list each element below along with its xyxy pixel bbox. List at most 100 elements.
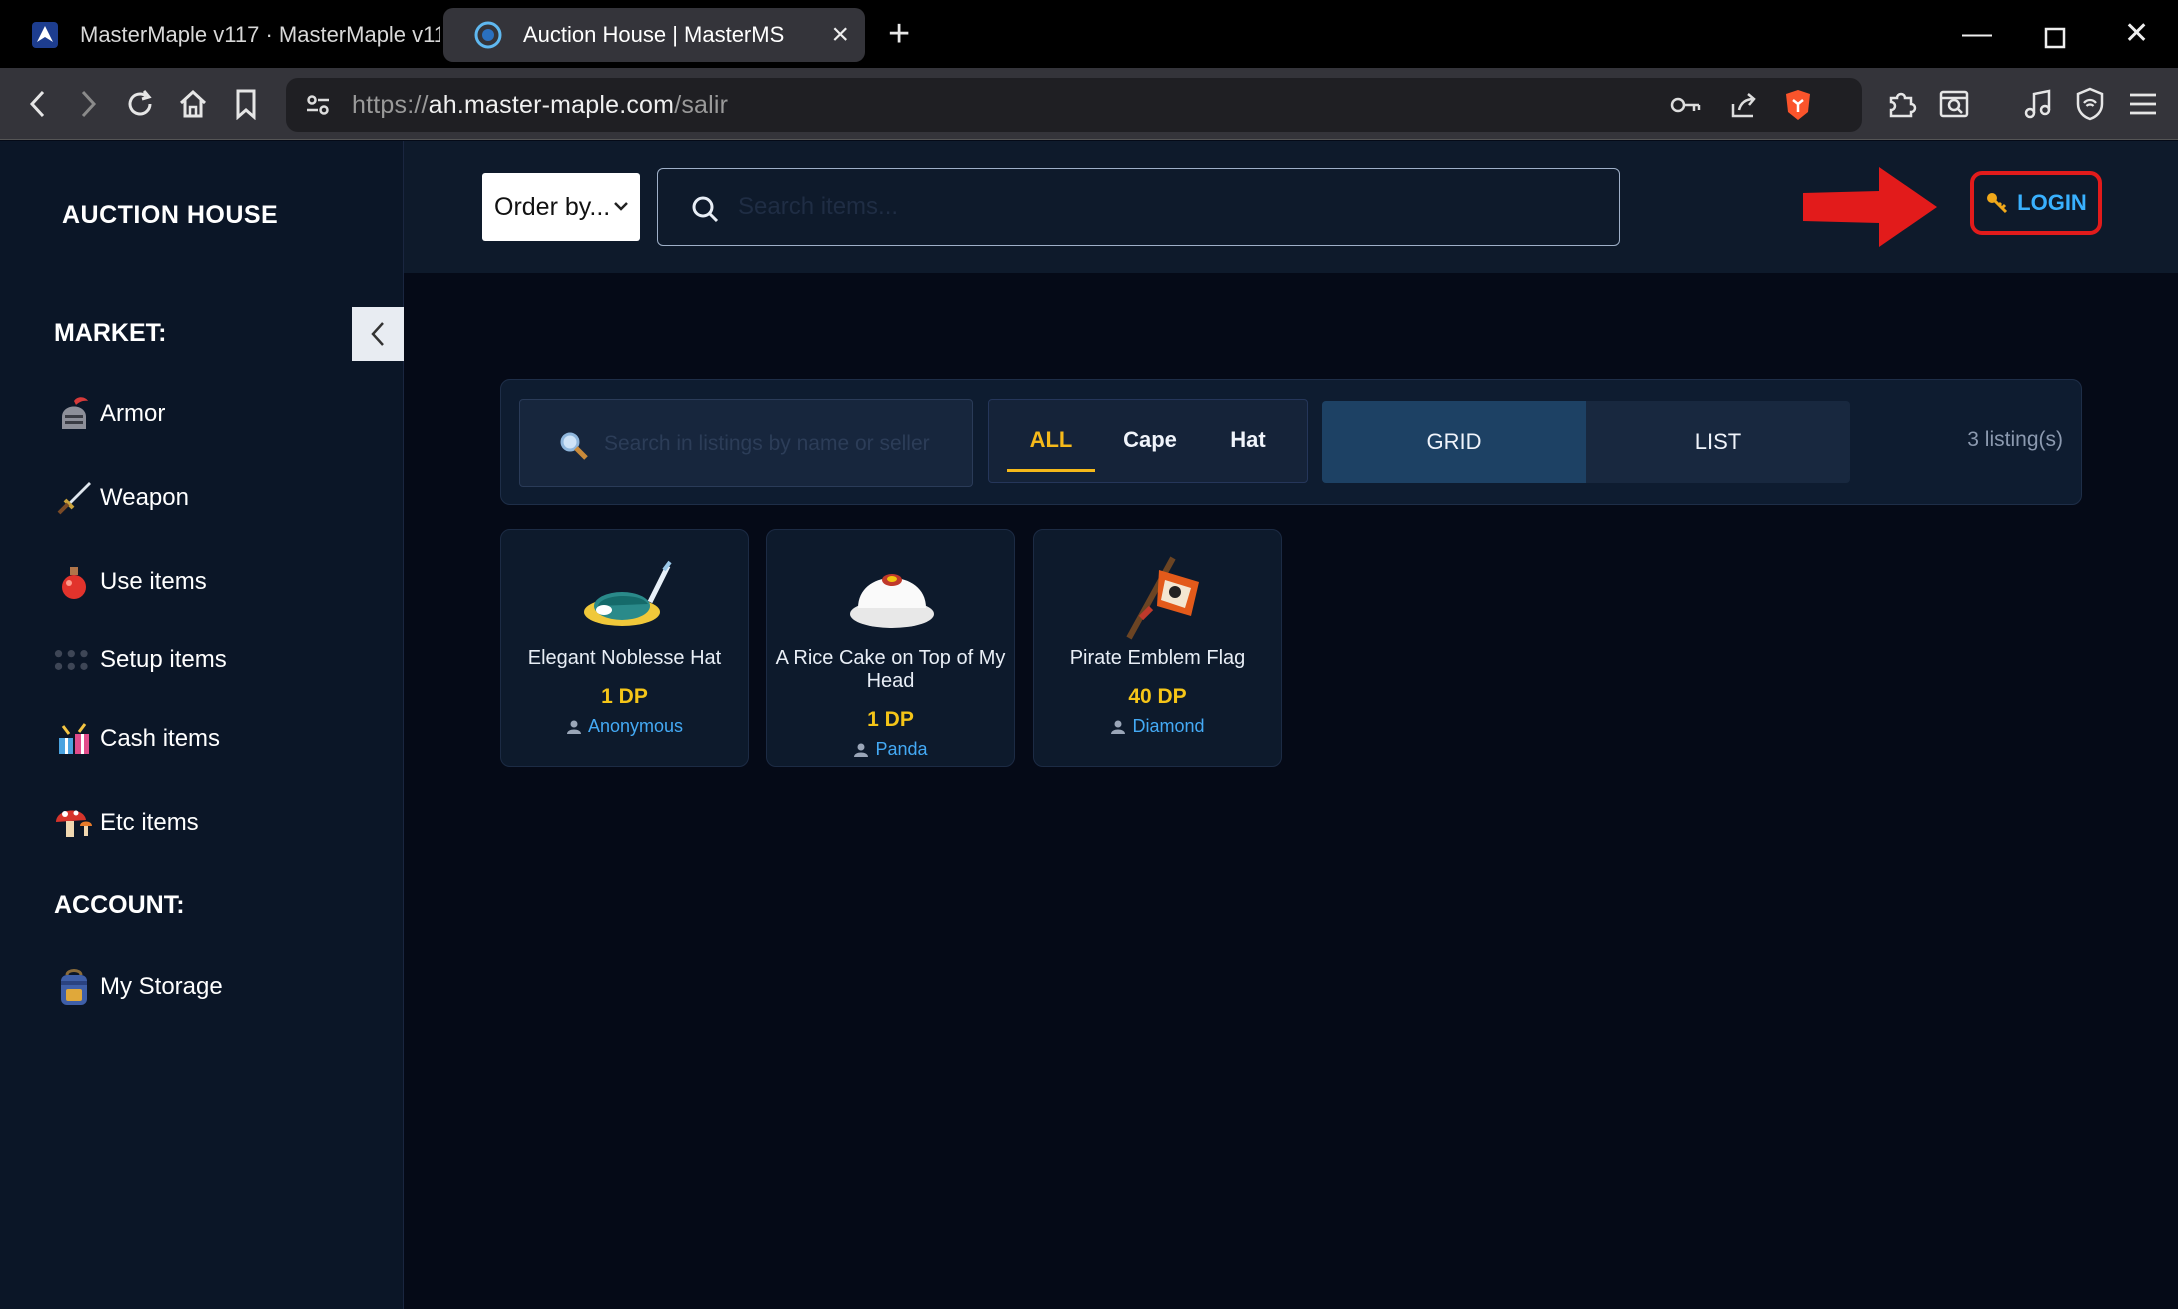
sidebar-item-label: Setup items: [100, 646, 227, 673]
noblesse-hat-icon: [571, 546, 681, 646]
vpn-shield-icon[interactable]: [2072, 86, 2108, 122]
forward-icon[interactable]: [70, 86, 106, 122]
listing-card[interactable]: Pirate Emblem Flag 40 DP Diamond: [1033, 529, 1282, 767]
order-by-value: Order by...: [494, 192, 611, 221]
listing-price: 1 DP: [867, 708, 914, 731]
tab-all[interactable]: ALL: [1007, 400, 1095, 480]
seller-name: Anonymous: [587, 716, 684, 736]
music-icon[interactable]: [2020, 86, 2056, 122]
auction-house-page: AUCTION HOUSE MARKET: Armor Weapon Use i…: [0, 141, 2178, 1309]
list-view-button[interactable]: LIST: [1586, 401, 1850, 483]
market-section-label: MARKET:: [54, 319, 167, 347]
tab-mastermaple[interactable]: MasterMaple v117 · MasterMaple v117: [0, 8, 440, 62]
mastermaple-favicon-icon: [473, 20, 503, 50]
rice-cake-hat-icon: [837, 546, 947, 646]
sidebar-item-label: Use items: [100, 568, 207, 595]
red-arrow-annotation: [1803, 167, 1937, 247]
close-icon[interactable]: ×: [831, 20, 849, 50]
browser-toolbar: https://ah.master-maple.com/salir: [0, 68, 2178, 140]
potion-icon: [54, 562, 94, 602]
site-settings-icon[interactable]: [300, 87, 336, 123]
backpack-icon: [54, 967, 94, 1007]
extensions-icon[interactable]: [1883, 86, 1919, 122]
seller-name: Diamond: [1132, 716, 1205, 736]
search-input[interactable]: [738, 187, 1598, 227]
sidebar-item-label: Armor: [100, 400, 166, 427]
chevron-down-icon: [614, 202, 628, 211]
listing-search-input[interactable]: [604, 426, 954, 462]
listing-search-box[interactable]: [519, 399, 973, 487]
user-icon: [1111, 720, 1126, 734]
user-icon: [566, 720, 581, 734]
back-icon[interactable]: [20, 86, 56, 122]
top-bar: Order by... LOGIN: [404, 141, 2178, 273]
login-label: LOGIN: [2017, 190, 2087, 215]
account-section-label: ACCOUNT:: [54, 891, 185, 919]
home-icon[interactable]: [175, 86, 211, 122]
listing-price: 1 DP: [601, 685, 648, 708]
helmet-icon: [54, 394, 94, 434]
grid-view-button[interactable]: GRID: [1322, 401, 1586, 483]
sidebar-item-armor[interactable]: Armor: [54, 389, 165, 439]
listing-price: 40 DP: [1128, 685, 1187, 708]
key-icon: [1987, 193, 2008, 214]
sidebar-item-label: Weapon: [100, 484, 189, 511]
sidebar-item-etc-items[interactable]: Etc items: [54, 798, 199, 848]
listing-card[interactable]: A Rice Cake on Top of My Head 1 DP Panda: [766, 529, 1015, 767]
sidebar-item-setup-items[interactable]: Setup items: [54, 635, 227, 685]
tab-title: Auction House | MasterMS: [523, 22, 785, 47]
order-by-select[interactable]: Order by...: [482, 173, 640, 241]
minimize-icon[interactable]: —: [1962, 12, 1992, 56]
search-icon: [692, 196, 719, 223]
sidebar-item-label: Cash items: [100, 725, 221, 752]
collapse-sidebar-button[interactable]: [352, 307, 404, 361]
listing-count: 3 listing(s): [1967, 428, 2063, 451]
maximize-icon[interactable]: [2044, 18, 2066, 62]
url-text: https://ah.master-maple.com/salir: [352, 91, 729, 119]
tab-cape[interactable]: Cape: [1105, 400, 1195, 480]
chairs-icon: [54, 640, 94, 680]
close-window-icon[interactable]: ✕: [2124, 12, 2149, 56]
tab-auction-house[interactable]: Auction House | MasterMS ×: [443, 8, 865, 62]
login-button[interactable]: LOGIN: [1970, 171, 2102, 235]
sidebar-item-cash-items[interactable]: Cash items: [54, 714, 220, 764]
chevron-left-icon: [371, 322, 384, 346]
sword-icon: [54, 478, 94, 518]
tab-title: MasterMaple v117 · MasterMaple v117: [80, 22, 440, 47]
sidebar-item-use-items[interactable]: Use items: [54, 557, 207, 607]
brand-title[interactable]: AUCTION HOUSE: [62, 201, 278, 230]
tab-hat[interactable]: Hat: [1203, 400, 1293, 480]
magnifier-icon: [560, 432, 588, 460]
filter-bar: ALL Cape Hat GRID LIST 3 listing(s): [500, 379, 2082, 505]
browser-window: MasterMaple v117 · MasterMaple v117 Auct…: [0, 0, 2178, 1309]
mastermaple-favicon-icon: [30, 20, 60, 50]
sidebar-item-label: My Storage: [100, 973, 223, 1000]
listing-seller[interactable]: Anonymous: [501, 716, 748, 737]
category-tabs: ALL Cape Hat: [988, 399, 1308, 483]
seller-name: Panda: [875, 739, 928, 759]
listing-seller[interactable]: Diamond: [1034, 716, 1281, 737]
share-icon[interactable]: [1726, 87, 1762, 123]
reload-icon[interactable]: [122, 86, 158, 122]
view-toggle: GRID LIST: [1322, 401, 1850, 483]
bookmark-icon[interactable]: [228, 86, 264, 122]
reader-mode-icon[interactable]: [1936, 86, 1972, 122]
sidebar-item-my-storage[interactable]: My Storage: [54, 962, 223, 1012]
address-bar[interactable]: https://ah.master-maple.com/salir: [286, 78, 1862, 132]
listing-seller[interactable]: Panda: [767, 739, 1014, 760]
search-box[interactable]: [657, 168, 1620, 246]
pirate-flag-icon: [1104, 546, 1214, 646]
new-tab-icon[interactable]: +: [888, 12, 910, 56]
listing-name: Elegant Noblesse Hat: [527, 647, 722, 669]
listing-name: A Rice Cake on Top of My Head: [775, 647, 1006, 692]
sidebar-item-label: Etc items: [100, 809, 199, 836]
tab-bar: MasterMaple v117 · MasterMaple v117 Auct…: [0, 0, 2178, 68]
listing-card[interactable]: Elegant Noblesse Hat 1 DP Anonymous: [500, 529, 749, 767]
key-icon[interactable]: [1668, 87, 1704, 123]
listing-name: Pirate Emblem Flag: [1069, 647, 1246, 669]
brave-shield-icon[interactable]: [1780, 87, 1816, 123]
sidebar: AUCTION HOUSE MARKET: Armor Weapon Use i…: [0, 141, 404, 1309]
user-icon: [854, 743, 869, 757]
menu-icon[interactable]: [2125, 86, 2161, 122]
sidebar-item-weapon[interactable]: Weapon: [54, 473, 189, 523]
